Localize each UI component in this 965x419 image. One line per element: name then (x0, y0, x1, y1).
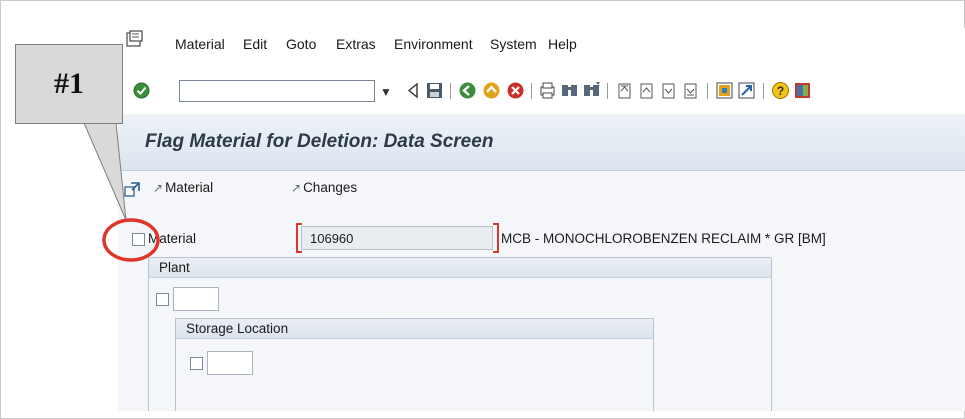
storage-location-group: Storage Location (175, 318, 654, 411)
back-arrow-icon[interactable] (404, 81, 423, 100)
material-label: Material (148, 231, 197, 246)
changes-button[interactable]: ↗ Changes (291, 180, 357, 195)
application-toolbar: ↗ Material ↗ Changes (118, 171, 965, 209)
next-page-icon[interactable] (659, 81, 678, 100)
menu-system[interactable]: System (490, 36, 537, 52)
plant-deletion-checkbox[interactable] (156, 293, 169, 306)
shortcut-icon[interactable] (737, 81, 756, 100)
plant-group: Plant Storage Location (148, 257, 772, 411)
storage-location-deletion-checkbox[interactable] (190, 357, 203, 370)
menu-goto[interactable]: Goto (286, 36, 316, 52)
storage-location-group-header: Storage Location (176, 319, 653, 339)
previous-page-icon[interactable] (637, 81, 656, 100)
menu-material[interactable]: Material (175, 36, 225, 52)
back-icon[interactable] (458, 81, 477, 100)
layout-menu-icon[interactable] (793, 81, 812, 100)
select-arrow-icon: ↗ (291, 181, 302, 195)
menu-help[interactable]: Help (548, 36, 577, 52)
first-page-icon[interactable] (615, 81, 634, 100)
command-field[interactable] (179, 80, 375, 102)
other-material-icon[interactable] (124, 182, 140, 198)
svg-text:?: ? (777, 84, 784, 98)
last-page-icon[interactable] (681, 81, 700, 100)
menu-bar: Material Edit Goto Extras Environment Sy… (118, 28, 965, 66)
enter-checkmark-icon[interactable] (133, 82, 150, 99)
changes-button-label: Changes (303, 180, 358, 195)
window-menu-icon[interactable] (124, 30, 144, 48)
callout-label: #1 (54, 67, 84, 100)
required-field-marker-right (493, 223, 499, 253)
create-session-icon[interactable] (715, 81, 734, 100)
menu-edit[interactable]: Edit (243, 36, 267, 52)
screen-title: Flag Material for Deletion: Data Screen (145, 131, 494, 152)
menu-extras[interactable]: Extras (336, 36, 376, 52)
screen-title-bar: Flag Material for Deletion: Data Screen (118, 114, 965, 171)
toolbar-separator (707, 83, 708, 99)
toolbar-separator (450, 83, 451, 99)
standard-toolbar: ▼ ? (118, 66, 965, 114)
storage-location-field[interactable] (207, 351, 253, 375)
save-icon[interactable] (425, 81, 444, 100)
toolbar-separator (607, 83, 608, 99)
material-deletion-checkbox[interactable] (132, 233, 145, 246)
help-icon[interactable]: ? (771, 81, 790, 100)
plant-group-header: Plant (149, 258, 771, 278)
toolbar-separator (531, 83, 532, 99)
cancel-icon[interactable] (506, 81, 525, 100)
plant-field[interactable] (173, 287, 219, 311)
print-icon[interactable] (538, 81, 557, 100)
material-button-label: Material (165, 180, 214, 195)
menu-environment[interactable]: Environment (394, 36, 473, 52)
callout-box: #1 (15, 44, 123, 124)
toolbar-separator (763, 83, 764, 99)
find-icon[interactable] (560, 81, 579, 100)
exit-icon[interactable] (482, 81, 501, 100)
select-arrow-icon: ↗ (153, 181, 164, 195)
material-description: MCB - MONOCHLOROBENZEN RECLAIM * GR [BM] (501, 231, 826, 246)
material-number-field[interactable]: 106960 (301, 226, 493, 250)
material-button[interactable]: ↗ Material (153, 180, 213, 195)
sap-window: Material Edit Goto Extras Environment Sy… (118, 28, 965, 411)
find-next-icon[interactable] (582, 81, 601, 100)
command-dropdown-icon[interactable]: ▼ (380, 85, 392, 99)
